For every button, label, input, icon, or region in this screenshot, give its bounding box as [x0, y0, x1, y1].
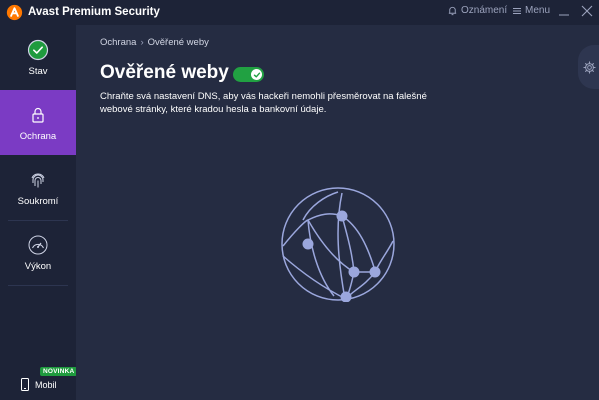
breadcrumb: Ochrana › Ověřené weby: [100, 37, 209, 48]
page-description: Chraňte svá nastavení DNS, aby vás hacke…: [100, 91, 427, 115]
breadcrumb-current: Ověřené weby: [147, 37, 209, 48]
bell-icon: [448, 6, 457, 16]
settings-button[interactable]: [578, 45, 599, 89]
speedometer-icon: [28, 235, 48, 255]
breadcrumb-parent-link[interactable]: Ochrana: [100, 37, 136, 48]
menu-button[interactable]: Menu: [512, 5, 550, 16]
new-badge: NOVINKA: [40, 367, 78, 376]
page-title: Ověřené weby: [100, 62, 229, 83]
sidebar-item-soukromi[interactable]: Soukromí: [0, 155, 76, 220]
minimize-icon[interactable]: [558, 4, 570, 18]
toggle-knob: [251, 69, 262, 80]
sidebar-item-label: Ochrana: [19, 131, 57, 142]
hamburger-icon: [513, 7, 521, 14]
sidebar-item-label: Stav: [28, 66, 48, 77]
sidebar-item-vykon[interactable]: Výkon: [0, 220, 76, 285]
phone-icon: [21, 378, 29, 391]
notifications-label: Oznámení: [461, 5, 508, 16]
app-title: Avast Premium Security: [28, 6, 160, 18]
check-icon: [253, 72, 260, 77]
avast-logo: [6, 4, 23, 21]
sidebar: Stav Ochrana Soukromí Výkon: [0, 25, 76, 400]
breadcrumb-separator: ›: [140, 37, 144, 48]
sidebar-item-label: Mobil: [35, 379, 57, 390]
check-circle-icon: [27, 39, 49, 61]
close-icon[interactable]: [581, 5, 593, 17]
sidebar-item-label: Soukromí: [17, 196, 59, 207]
gear-icon: [583, 60, 596, 74]
lock-icon: [32, 107, 44, 123]
sidebar-item-ochrana[interactable]: Ochrana: [0, 90, 76, 155]
sidebar-item-label: Výkon: [24, 261, 52, 272]
fingerprint-icon: [31, 173, 45, 188]
notifications-button[interactable]: Oznámení: [447, 5, 507, 16]
sidebar-item-mobil[interactable]: Mobil: [20, 378, 57, 391]
title-bar: Avast Premium Security Oznámení Menu: [0, 0, 599, 25]
sidebar-item-stav[interactable]: Stav: [0, 25, 76, 90]
globe-network-icon: [281, 187, 395, 302]
divider: [8, 285, 68, 286]
feature-toggle[interactable]: [233, 67, 264, 82]
menu-label: Menu: [525, 5, 551, 16]
main-panel: Ochrana › Ověřené weby Ověřené weby Chra…: [76, 25, 599, 400]
